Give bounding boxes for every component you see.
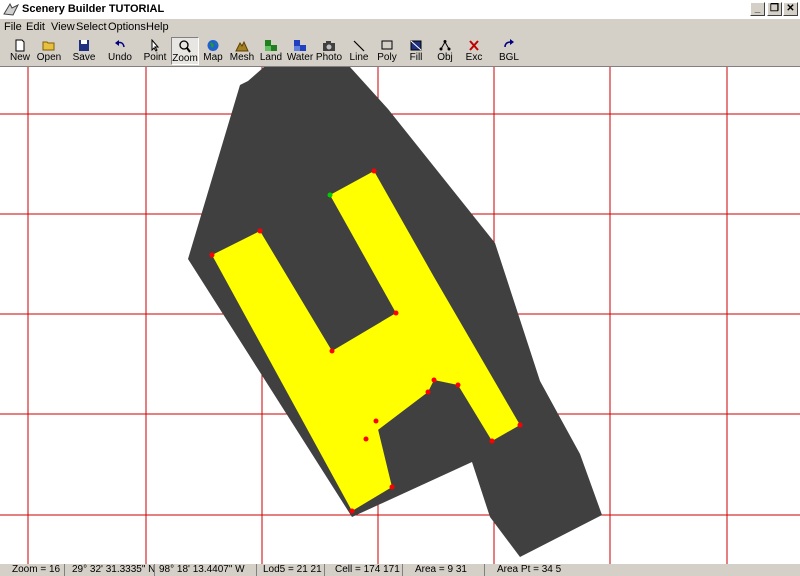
window-title: Scenery Builder TUTORIAL bbox=[22, 3, 165, 15]
exc-button[interactable]: Exc bbox=[460, 37, 488, 65]
status-bar: Zoom = 16 29° 32' 31.3335" N 98° 18' 13.… bbox=[0, 564, 800, 576]
status-lod5: Lod5 = 21 21 bbox=[256, 564, 324, 576]
photo-button[interactable]: Photo bbox=[315, 37, 343, 65]
fill-tool-icon bbox=[410, 40, 422, 51]
vertex bbox=[431, 377, 437, 383]
vertex bbox=[329, 348, 335, 354]
selected-vertex[interactable] bbox=[327, 192, 333, 198]
status-area-pt: Area Pt = 34 5 bbox=[484, 564, 800, 576]
land-tiles-icon bbox=[265, 40, 277, 51]
status-latitude: 29° 32' 31.3335" N bbox=[64, 564, 155, 576]
vertex bbox=[489, 438, 495, 444]
folder-open-icon bbox=[42, 41, 55, 51]
app-icon bbox=[3, 2, 19, 16]
bgl-button[interactable]: BGL bbox=[495, 37, 523, 65]
vertex bbox=[373, 418, 379, 424]
menu-bar: File Edit View Select Options Help bbox=[0, 19, 800, 36]
vertex bbox=[455, 382, 461, 388]
save-button[interactable]: Save bbox=[70, 37, 98, 65]
vertex bbox=[393, 310, 399, 316]
vertex bbox=[349, 508, 355, 514]
water-button[interactable]: Water bbox=[286, 37, 314, 65]
map-button[interactable]: Map bbox=[199, 37, 227, 65]
minimize-button[interactable]: _ bbox=[750, 2, 765, 16]
vertex bbox=[425, 389, 431, 395]
menu-help[interactable]: Help bbox=[146, 21, 169, 33]
vertex bbox=[517, 422, 523, 428]
line-button[interactable]: Line bbox=[345, 37, 373, 65]
vertex bbox=[363, 436, 369, 442]
new-document-icon bbox=[15, 39, 25, 52]
undo-button[interactable]: Undo bbox=[106, 37, 134, 65]
map-drawing[interactable] bbox=[0, 67, 800, 564]
menu-edit[interactable]: Edit bbox=[26, 21, 45, 33]
open-button[interactable]: Open bbox=[35, 37, 63, 65]
vertex bbox=[209, 252, 215, 258]
poly-button[interactable]: Poly bbox=[373, 37, 401, 65]
point-button[interactable]: Point bbox=[141, 37, 169, 65]
vertex bbox=[257, 228, 263, 234]
vertex bbox=[371, 168, 377, 174]
camera-icon bbox=[323, 41, 335, 51]
map-canvas[interactable] bbox=[0, 67, 800, 564]
toolbar: New Open Save Undo Point Zoom Map Mesh L… bbox=[0, 36, 800, 67]
mountain-mesh-icon bbox=[235, 40, 249, 52]
menu-file[interactable]: File bbox=[4, 21, 22, 33]
menu-view[interactable]: View bbox=[51, 21, 75, 33]
status-area: Area = 9 31 bbox=[402, 564, 484, 576]
vertex bbox=[389, 484, 395, 490]
object-tool-icon bbox=[439, 40, 451, 51]
polygon-tool-icon bbox=[381, 40, 393, 50]
mesh-button[interactable]: Mesh bbox=[228, 37, 256, 65]
exclude-x-icon bbox=[469, 40, 479, 51]
menu-select[interactable]: Select bbox=[76, 21, 107, 33]
line-tool-icon bbox=[353, 40, 365, 52]
land-button[interactable]: Land bbox=[257, 37, 285, 65]
obj-button[interactable]: Obj bbox=[431, 37, 459, 65]
status-cell: Cell = 174 171 bbox=[324, 564, 402, 576]
new-button[interactable]: New bbox=[6, 37, 34, 65]
close-button[interactable]: ✕ bbox=[783, 2, 798, 16]
status-zoom: Zoom = 16 bbox=[12, 564, 61, 575]
undo-arrow-icon bbox=[115, 40, 125, 48]
water-tiles-icon bbox=[294, 40, 306, 51]
status-longitude: 98° 18' 13.4407" W bbox=[154, 564, 256, 576]
cursor-arrow-icon bbox=[151, 39, 160, 52]
bgl-compile-icon bbox=[504, 39, 514, 48]
magnifier-icon bbox=[179, 40, 191, 53]
globe-icon bbox=[207, 40, 219, 51]
floppy-disk-icon bbox=[79, 40, 89, 51]
title-bar: Scenery Builder TUTORIAL _ ❐ ✕ bbox=[0, 0, 800, 19]
menu-options[interactable]: Options bbox=[108, 21, 146, 33]
restore-button[interactable]: ❐ bbox=[767, 2, 782, 16]
zoom-button[interactable]: Zoom bbox=[171, 37, 199, 65]
fill-button[interactable]: Fill bbox=[402, 37, 430, 65]
